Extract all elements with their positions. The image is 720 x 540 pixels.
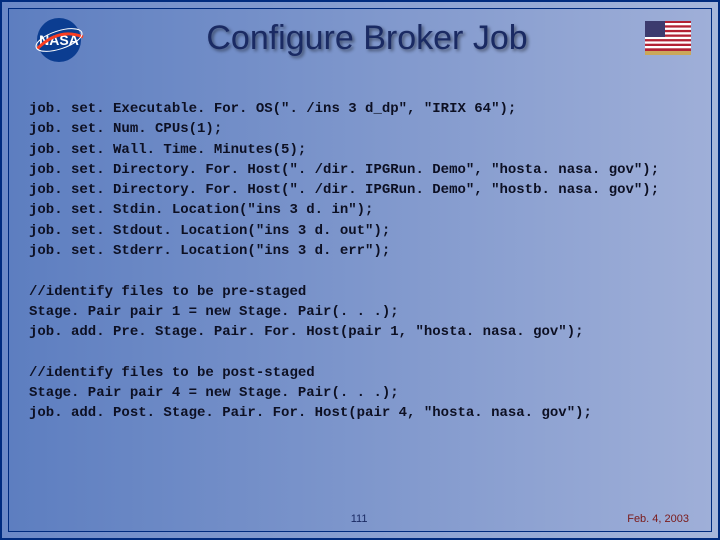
footer-date: Feb. 4, 2003 bbox=[627, 513, 689, 525]
us-flag-icon bbox=[645, 21, 691, 60]
slide-inner: NASA Configure Broker Job bbox=[8, 8, 712, 532]
footer: 111 Feb. 4, 2003 bbox=[9, 513, 711, 525]
slide-frame: NASA Configure Broker Job bbox=[0, 0, 720, 540]
page-number: 111 bbox=[91, 513, 627, 525]
slide-title: Configure Broker Job bbox=[89, 19, 645, 58]
nasa-logo-icon: NASA bbox=[29, 15, 89, 70]
header-row: NASA Configure Broker Job bbox=[29, 17, 691, 87]
code-block: job. set. Executable. For. OS(". /ins 3 … bbox=[29, 99, 691, 424]
